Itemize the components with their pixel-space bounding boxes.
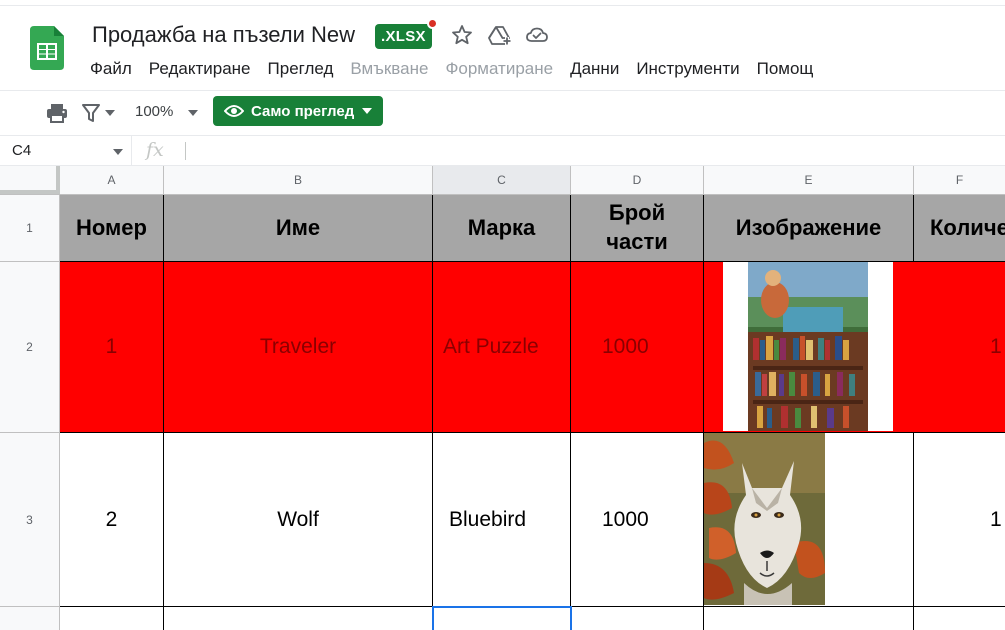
spreadsheet-grid[interactable]: A B C D E F 1 2 3 Номер Име Марка Брой ч… [0,166,1005,630]
google-sheets-logo-icon[interactable] [30,26,64,70]
notification-dot [427,18,438,29]
document-title[interactable]: Продажба на пъзели New [92,22,355,48]
filter-icon[interactable] [82,102,100,124]
row-header-1[interactable]: 1 [0,195,60,262]
menu-file[interactable]: Файл [90,57,149,81]
move-to-drive-icon[interactable] [488,23,512,47]
row-header-2[interactable]: 2 [0,262,60,433]
cell-d1[interactable]: Брой части [571,195,704,262]
star-icon[interactable] [450,23,474,47]
cell-e3[interactable] [704,433,914,607]
formula-bar: C4 fx [0,135,1005,166]
column-header-f[interactable]: F [914,166,1005,195]
traveler-puzzle-image [723,262,893,431]
cell-c1[interactable]: Марка [433,195,571,262]
top-border [0,0,1005,6]
chevron-down-icon [362,108,373,114]
toolbar: 100% [0,90,1005,134]
column-header-a[interactable]: A [60,166,164,195]
active-cell-selection[interactable] [432,606,572,630]
cell-d2[interactable]: 1000 [571,262,704,433]
cloud-saved-icon[interactable] [525,23,549,47]
filter-dropdown-caret-icon[interactable] [105,110,115,116]
cell-a2[interactable]: 1 [60,262,164,433]
file-format-badge: .XLSX [375,24,432,49]
cell-f4[interactable] [914,607,1005,630]
menu-edit[interactable]: Редактиране [149,57,268,81]
cell-e1[interactable]: Изображение [704,195,914,262]
cell-b3[interactable]: Wolf [164,433,433,607]
menu-help[interactable]: Помощ [757,57,831,81]
wolf-puzzle-image [704,433,825,605]
cell-e2[interactable] [704,262,914,433]
cell-f3[interactable]: 1 [914,433,1005,607]
menu-insert[interactable]: Вмъкване [350,57,445,81]
column-header-d[interactable]: D [571,166,704,195]
select-all-corner[interactable] [0,166,60,195]
eye-icon [224,105,244,117]
zoom-dropdown-caret-icon[interactable] [188,110,198,116]
cell-b2[interactable]: Traveler [164,262,433,433]
cell-a3[interactable]: 2 [60,433,164,607]
menu-data[interactable]: Данни [570,57,636,81]
column-header-e[interactable]: E [704,166,914,195]
zoom-select[interactable]: 100% [135,103,173,120]
cell-d4[interactable] [571,607,704,630]
cell-d3[interactable]: 1000 [571,433,704,607]
menu-bar: Файл Редактиране Преглед Вмъкване Формат… [90,57,830,81]
freeze-row-handle[interactable] [0,190,56,194]
fx-icon: fx [146,139,164,161]
cell-f1[interactable]: Количе [914,195,1005,262]
cell-b1[interactable]: Име [164,195,433,262]
column-header-b[interactable]: B [164,166,433,195]
cell-f2[interactable]: 1 [914,262,1005,433]
cell-c2[interactable]: Art Puzzle [433,262,571,433]
menu-tools[interactable]: Инструменти [636,57,756,81]
cell-c3[interactable]: Bluebird [433,433,571,607]
view-only-button[interactable]: Само преглед [213,96,383,126]
name-box-caret-icon[interactable] [113,149,123,155]
formula-separator [185,142,186,160]
cell-a4[interactable] [60,607,164,630]
cell-a1[interactable]: Номер [60,195,164,262]
row-header-4[interactable] [0,607,60,630]
menu-view[interactable]: Преглед [268,57,351,81]
print-icon[interactable] [46,102,68,124]
cell-e4[interactable] [704,607,914,630]
row-header-3[interactable]: 3 [0,433,60,607]
column-header-c[interactable]: C [433,166,571,195]
menu-format[interactable]: Форматиране [445,57,570,81]
view-only-label: Само преглед [251,102,355,120]
cell-b4[interactable] [164,607,433,630]
